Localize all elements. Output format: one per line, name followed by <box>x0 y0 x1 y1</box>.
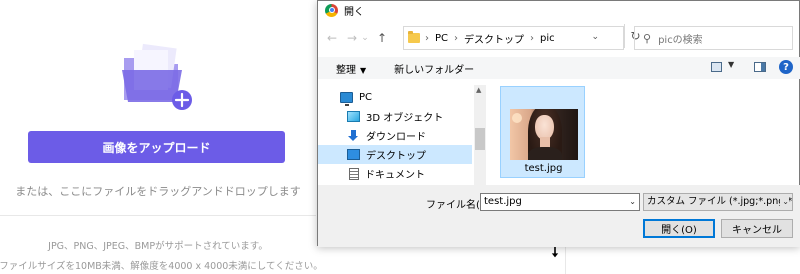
view-options-icon[interactable] <box>711 62 722 72</box>
document-icon <box>349 167 359 180</box>
open-button[interactable]: 開く(O) <box>643 219 715 238</box>
recent-locations-icon[interactable]: ⌄ <box>360 33 370 43</box>
file-item[interactable]: test.jpg <box>500 86 585 178</box>
upload-image-button[interactable]: 画像をアップロード <box>28 131 285 163</box>
organize-menu[interactable]: 整理 ▼ <box>336 61 366 76</box>
breadcrumb-item[interactable]: pic <box>540 33 555 44</box>
chevron-right-icon: › <box>530 32 535 44</box>
command-bar: 整理 ▼ 新しいフォルダー ▼ ? <box>318 57 800 79</box>
chevron-right-icon: › <box>454 32 459 44</box>
dialog-footer: ファイル名(N): test.jpg ⌄ カスタム ファイル (*.jpg;*.… <box>318 185 800 247</box>
tree-item-pc[interactable]: PC <box>318 88 472 107</box>
back-arrow-icon[interactable]: ← <box>324 31 340 45</box>
file-name-input[interactable]: test.jpg ⌄ <box>480 193 640 211</box>
new-folder-button[interactable]: 新しいフォルダー <box>394 61 474 76</box>
help-icon[interactable]: ? <box>779 60 793 74</box>
size-limits-text: ファイルサイズを10MB未満、解像度を4000 x 4000未満にしてください。 <box>0 261 323 272</box>
chrome-icon <box>325 3 338 17</box>
tree-item-label: ドキュメント <box>365 170 425 181</box>
file-list: test.jpg <box>495 79 799 185</box>
tree-item-label: ダウンロード <box>366 132 426 143</box>
tree-item-label: 3D オブジェクト <box>366 113 444 124</box>
search-placeholder: picの検索 <box>658 34 703 46</box>
3d-objects-icon <box>347 111 360 122</box>
dialog-title: 開く <box>344 6 364 18</box>
drop-zone-hint: または、ここにファイルをドラッグアンドドロップします <box>15 185 301 198</box>
tree-item-label: PC <box>359 92 373 103</box>
divider <box>0 215 316 216</box>
preview-pane-icon[interactable] <box>754 62 766 72</box>
tree-item-label: デスクトップ <box>366 151 426 162</box>
folder-icon <box>408 31 420 43</box>
dialog-titlebar[interactable]: 開く <box>318 1 799 19</box>
chevron-down-icon[interactable]: ⌄ <box>780 194 789 210</box>
chevron-right-icon: › <box>425 32 429 44</box>
caret-down-icon: ▼ <box>360 65 367 75</box>
scrollbar-thumb[interactable] <box>475 128 485 150</box>
tree-item-documents[interactable]: ドキュメント <box>318 164 472 183</box>
forward-arrow-icon[interactable]: → <box>344 31 360 45</box>
address-bar[interactable]: › PC › デスクトップ › pic ⌄ <box>403 26 624 50</box>
file-name-label: test.jpg <box>524 163 563 174</box>
up-arrow-icon[interactable]: ↑ <box>374 31 390 45</box>
search-icon: ⚲ <box>643 31 652 45</box>
file-name-value: test.jpg <box>484 196 522 207</box>
folder-upload-icon <box>122 43 192 110</box>
navigation-pane: PC 3D オブジェクト ダウンロード デスクトップ ドキュメント ▲ <box>318 79 488 185</box>
desktop-icon <box>347 149 360 160</box>
supported-formats-text: JPG、PNG、JPEG、BMPがサポートされています。 <box>48 241 268 252</box>
cancel-button[interactable]: キャンセル <box>721 219 793 238</box>
scroll-up-icon[interactable]: ▲ <box>476 86 481 94</box>
breadcrumb-item[interactable]: デスクトップ <box>464 31 524 46</box>
chevron-down-icon[interactable]: ⌄ <box>629 194 636 210</box>
tree-item-downloads[interactable]: ダウンロード <box>318 126 472 145</box>
file-type-select[interactable]: カスタム ファイル (*.jpg;*.png;*.jpe ⌄ <box>643 193 793 211</box>
photo-body <box>528 147 562 160</box>
breadcrumb-item[interactable]: PC <box>435 33 448 44</box>
chevron-down-icon[interactable]: ⌄ <box>591 32 599 42</box>
photo-bokeh <box>512 113 522 123</box>
tree-item-desktop[interactable]: デスクトップ <box>318 145 472 164</box>
pc-icon <box>340 92 353 106</box>
open-file-dialog: 開く ← → ⌄ ↑ › PC › デスクトップ › pic ⌄ ↻ ⚲ pic… <box>317 0 800 247</box>
organize-label: 整理 <box>336 64 356 76</box>
search-input[interactable]: ⚲ picの検索 <box>634 26 793 50</box>
navigation-bar: ← → ⌄ ↑ › PC › デスクトップ › pic ⌄ ↻ ⚲ picの検索 <box>318 24 800 51</box>
download-icon <box>347 130 360 141</box>
file-type-value: カスタム ファイル (*.jpg;*.png;*.jpe <box>647 196 793 207</box>
image-thumbnail <box>510 109 578 160</box>
tree-item-3d-objects[interactable]: 3D オブジェクト <box>318 107 472 126</box>
caret-down-icon[interactable]: ▼ <box>728 60 734 69</box>
navigation-scrollbar[interactable]: ▲ <box>474 85 486 185</box>
